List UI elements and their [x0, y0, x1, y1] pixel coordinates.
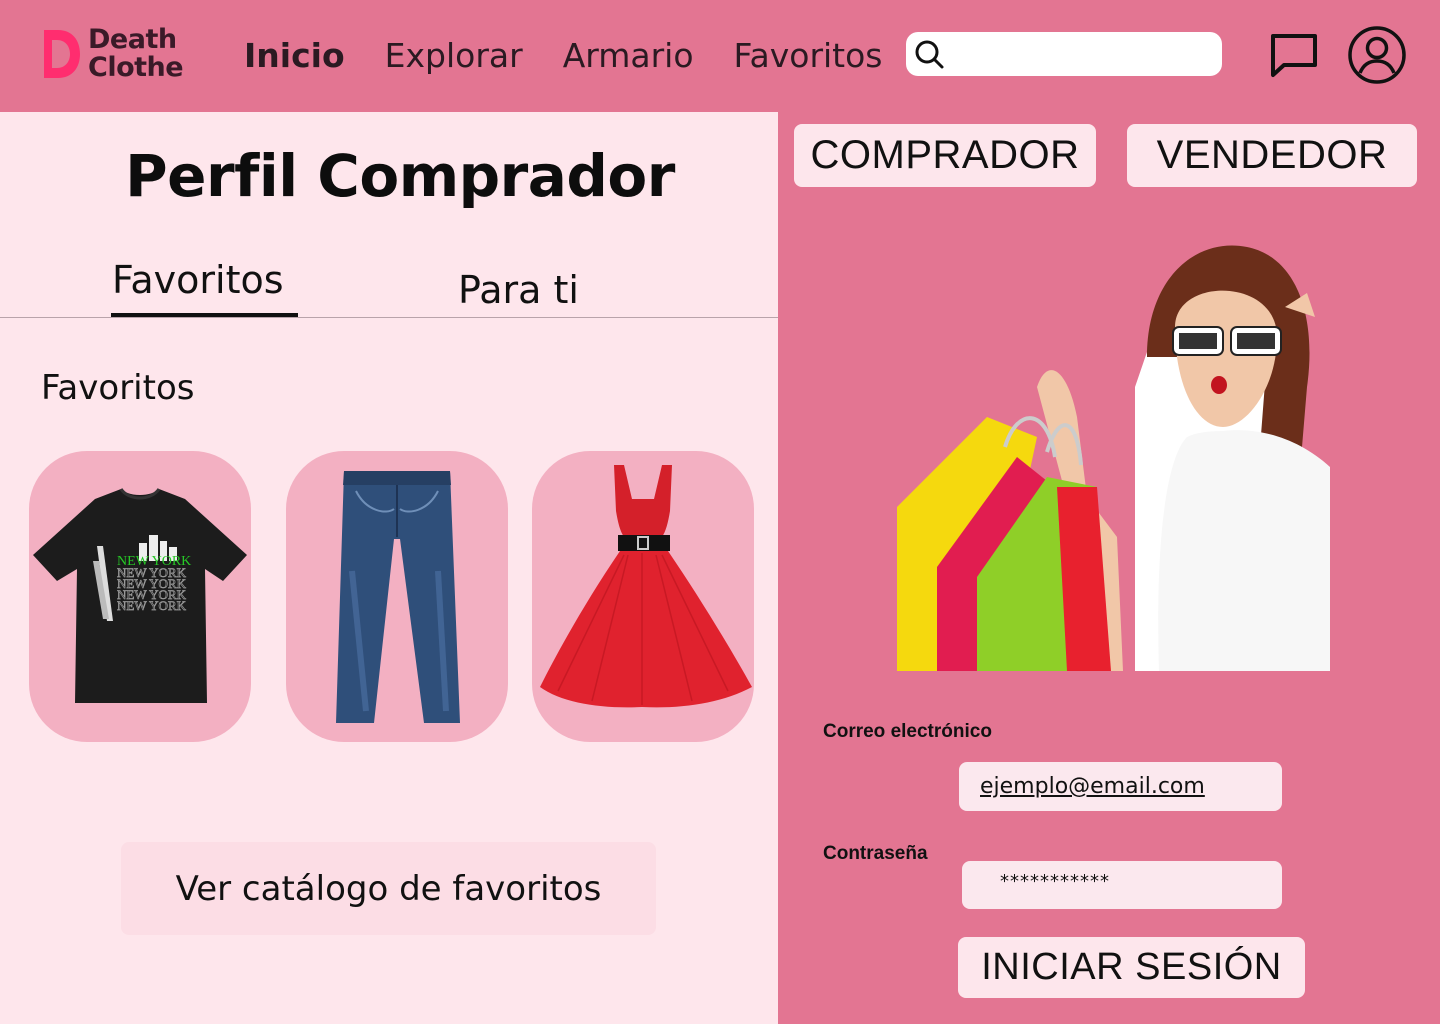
email-label: Correo electrónico	[823, 721, 992, 742]
user-icon[interactable]	[1347, 25, 1407, 85]
buyer-profile-panel: Perfil Comprador Favoritos Para ti Favor…	[0, 112, 778, 1024]
product-card-tshirt[interactable]: NEW YORK NEW YORK NEW YORK NEW YORK NEW …	[29, 451, 251, 742]
shopping-woman-image	[897, 237, 1330, 671]
search-input[interactable]	[952, 38, 1212, 70]
nav-favoritos[interactable]: Favoritos	[734, 34, 883, 78]
brand-name: Death Clothe	[88, 24, 184, 83]
role-seller-button[interactable]: VENDEDOR	[1127, 124, 1417, 187]
jeans-image	[336, 471, 460, 723]
brand-line2: Clothe	[88, 52, 184, 83]
password-label: Contraseña	[823, 843, 928, 864]
nav-inicio[interactable]: Inicio	[244, 34, 345, 78]
tshirt-image: NEW YORK NEW YORK NEW YORK NEW YORK NEW …	[33, 488, 247, 703]
nav-armario[interactable]: Armario	[563, 34, 694, 78]
brand-line1: Death	[88, 24, 177, 55]
password-field[interactable]	[962, 861, 1282, 909]
svg-text:NEW YORK: NEW YORK	[117, 598, 187, 613]
section-label-favoritos: Favoritos	[41, 368, 195, 408]
view-favorites-catalog-button[interactable]: Ver catálogo de favoritos	[121, 842, 656, 935]
tab-divider	[0, 317, 778, 318]
nav-explorar[interactable]: Explorar	[385, 34, 523, 78]
main-nav: Inicio Explorar Armario Favoritos	[244, 34, 923, 78]
tab-para-ti[interactable]: Para ti	[458, 268, 579, 312]
login-button[interactable]: INICIAR SESIÓN	[958, 937, 1305, 998]
email-field[interactable]	[959, 762, 1282, 811]
page-title: Perfil Comprador	[125, 142, 675, 210]
role-buyer-button[interactable]: COMPRADOR	[794, 124, 1096, 187]
tab-favoritos[interactable]: Favoritos	[112, 258, 284, 302]
dress-image	[540, 465, 752, 708]
search-icon[interactable]	[914, 39, 946, 71]
top-header: Death Clothe Inicio Explorar Armario Fav…	[0, 0, 1440, 112]
search-bar	[906, 32, 1222, 76]
logo-mark-icon	[44, 30, 80, 78]
chat-icon[interactable]	[1268, 32, 1320, 78]
brand-logo[interactable]: Death Clothe	[40, 24, 184, 83]
product-card-dress[interactable]	[532, 451, 754, 742]
product-card-jeans[interactable]	[286, 451, 508, 742]
